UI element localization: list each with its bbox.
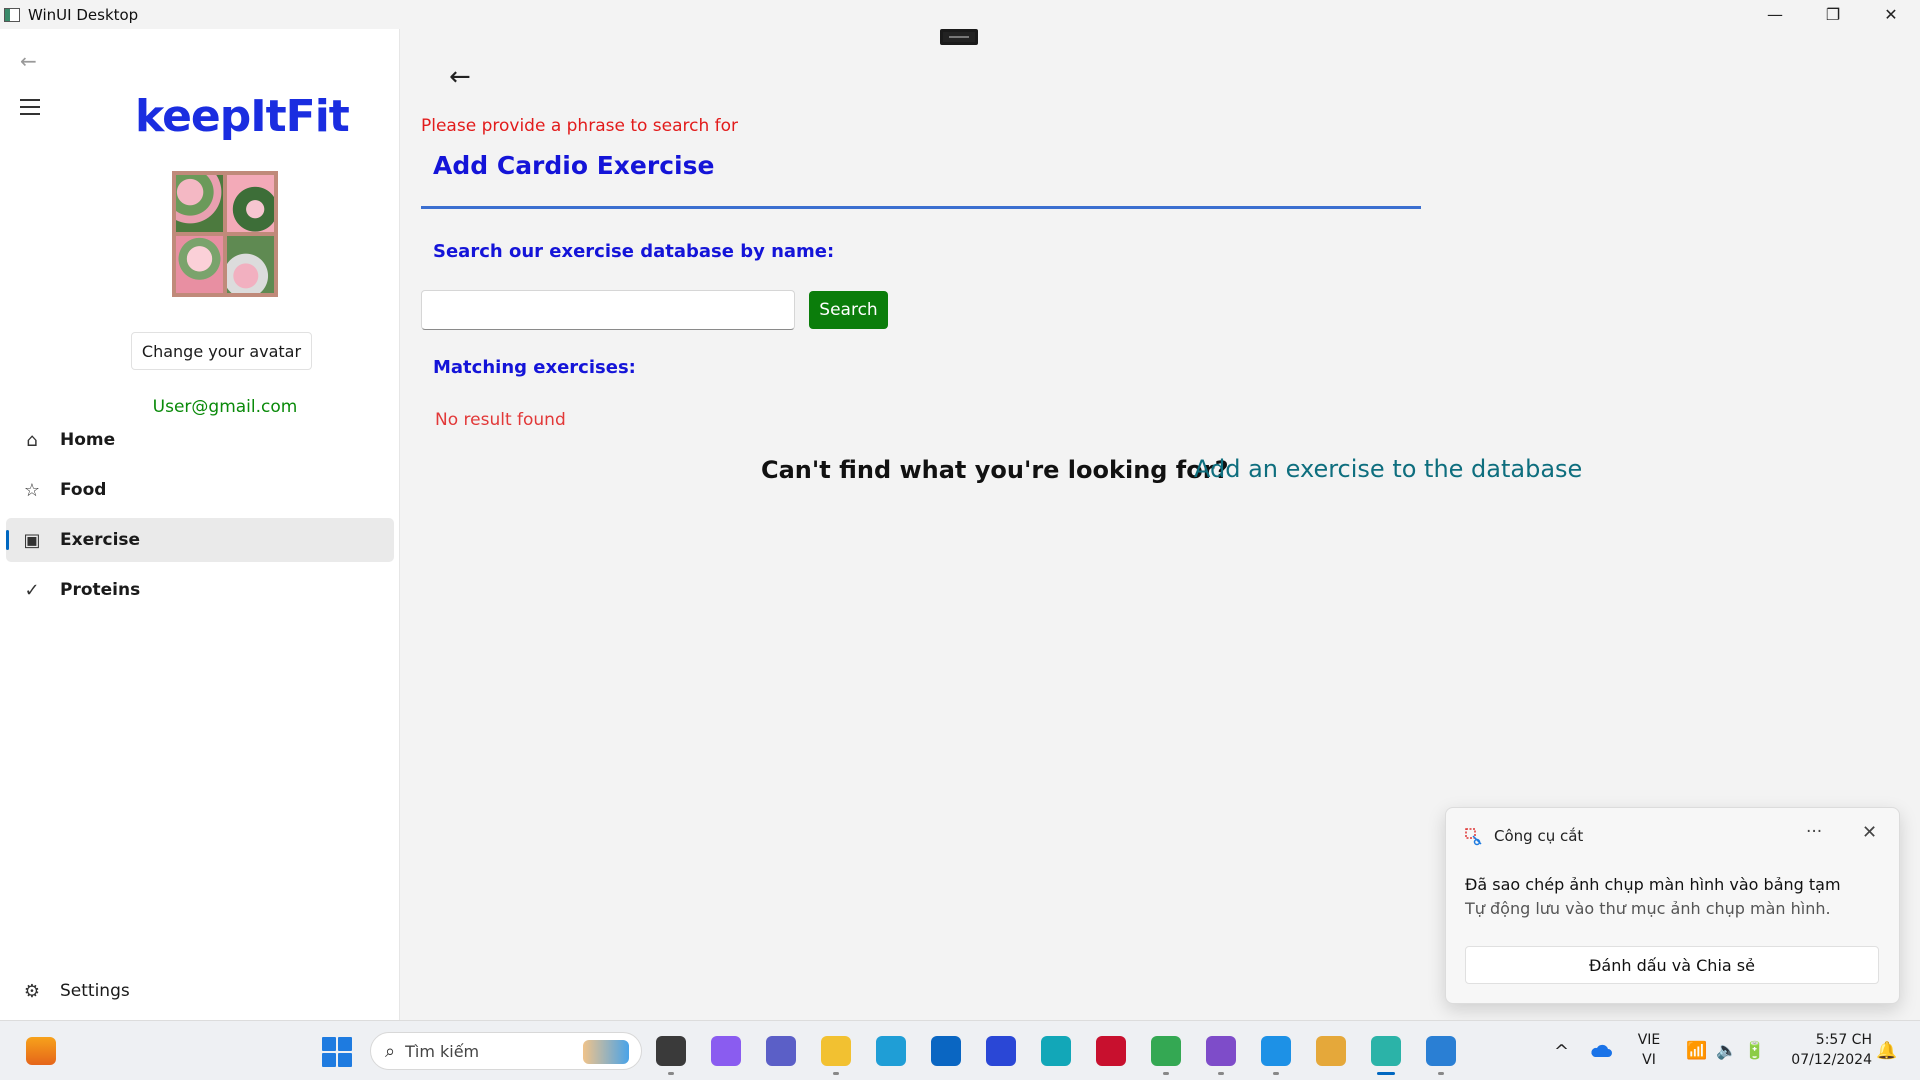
teams-icon[interactable]	[766, 1036, 796, 1066]
back-arrow-icon[interactable]: ←	[449, 62, 471, 92]
search-input[interactable]	[421, 290, 795, 330]
taskbar: ⌕ Tìm kiếm ^ VIE VI 📶 🔈 🔋 5:57 CH 07/12/…	[0, 1020, 1920, 1080]
notification-bell-icon[interactable]: 🔔	[1876, 1021, 1897, 1080]
nav-item-settings[interactable]: ⚙ Settings	[6, 969, 394, 1013]
nav-item-label: Food	[60, 480, 107, 500]
star-icon: ☆	[23, 479, 41, 501]
file-explorer-taskview-icon[interactable]	[656, 1036, 686, 1075]
exercise-icon: ▣	[23, 529, 41, 551]
edge-icon[interactable]	[876, 1036, 906, 1066]
language-code: VIE	[1637, 1032, 1661, 1048]
system-clock[interactable]: 5:57 CH 07/12/2024	[1780, 1030, 1872, 1070]
nav-item-home[interactable]: ⌂ Home	[6, 418, 394, 462]
volume-icon[interactable]: 🔈	[1716, 1021, 1737, 1080]
search-icon: ⌕	[385, 1040, 396, 1062]
folder-icon[interactable]	[821, 1036, 851, 1075]
docker-icon[interactable]	[1261, 1036, 1291, 1075]
title-bar: WinUI Desktop — ❐ ✕	[0, 0, 1920, 29]
nav-item-label: Exercise	[60, 530, 141, 550]
app-icon	[4, 7, 20, 22]
notepad-icon[interactable]	[1426, 1036, 1456, 1075]
onedrive-icon[interactable]	[1590, 1021, 1612, 1080]
snipping-tool-notification: Công cụ cắt ··· ✕ Đã sao chép ảnh chụp m…	[1445, 807, 1900, 1004]
hamburger-menu-icon[interactable]	[20, 99, 40, 120]
visual-studio-icon[interactable]	[1206, 1036, 1236, 1075]
nav-item-proteins[interactable]: ✓ Proteins	[6, 568, 394, 612]
minimize-button[interactable]: —	[1746, 0, 1804, 29]
validation-error: Please provide a phrase to search for	[421, 116, 739, 136]
mcafee-icon[interactable]	[1096, 1036, 1126, 1066]
page-title: Add Cardio Exercise	[433, 151, 715, 180]
vector-app-icon[interactable]	[986, 1036, 1016, 1066]
close-button[interactable]: ✕	[1862, 0, 1920, 29]
cortana-icon[interactable]	[1041, 1036, 1071, 1066]
change-avatar-button[interactable]: Change your avatar	[131, 332, 312, 370]
nav-item-label: Home	[60, 430, 116, 450]
taskbar-search-placeholder: Tìm kiếm	[405, 1041, 480, 1061]
no-result-text: No result found	[435, 410, 566, 430]
search-highlight-icon	[583, 1040, 629, 1064]
nav-item-exercise[interactable]: ▣ Exercise	[6, 518, 394, 562]
copilot-icon[interactable]	[711, 1036, 741, 1066]
battery-icon[interactable]: 🔋	[1744, 1021, 1765, 1080]
store-icon[interactable]	[931, 1036, 961, 1066]
markup-share-button[interactable]: Đánh dấu và Chia sẻ	[1465, 946, 1879, 984]
restore-button[interactable]: ❐	[1804, 0, 1862, 29]
search-label: Search our exercise database by name:	[433, 241, 835, 262]
navigation-pane: ← keepItFit Change your avatar User@gmai…	[0, 29, 400, 1020]
start-button[interactable]	[322, 1037, 352, 1067]
wifi-icon[interactable]: 📶	[1686, 1021, 1707, 1080]
matching-exercises-label: Matching exercises:	[433, 357, 636, 378]
cant-find-text: Can't find what you're looking for?	[761, 456, 1229, 484]
notification-title: Đã sao chép ảnh chụp màn hình vào bảng t…	[1465, 875, 1841, 894]
search-button[interactable]: Search	[809, 291, 888, 329]
keyboard-code: VI	[1642, 1052, 1656, 1068]
window-controls: — ❐ ✕	[1746, 0, 1920, 29]
close-icon[interactable]: ✕	[1862, 822, 1877, 843]
clock-time: 5:57 CH	[1815, 1032, 1872, 1048]
widgets-icon[interactable]	[26, 1037, 56, 1065]
chrome-icon[interactable]	[1151, 1036, 1181, 1075]
nav-item-label: Settings	[60, 981, 130, 1001]
notification-app-name: Công cụ cắt	[1494, 827, 1584, 845]
notification-body: Tự động lưu vào thư mục ảnh chụp màn hìn…	[1465, 899, 1831, 918]
chevron-up-icon[interactable]: ^	[1554, 1021, 1569, 1080]
winui-app-icon[interactable]	[1371, 1036, 1401, 1075]
gear-icon: ⚙	[23, 980, 41, 1002]
home-icon: ⌂	[26, 429, 38, 451]
user-email: User@gmail.com	[152, 397, 298, 417]
brand-logo: keepItFit	[135, 91, 350, 142]
input-language-indicator[interactable]: VIE VI	[1636, 1030, 1662, 1070]
add-exercise-link[interactable]: Add an exercise to the database	[1194, 455, 1582, 483]
paint-icon[interactable]	[1316, 1036, 1346, 1066]
checkmark-icon: ✓	[24, 579, 40, 601]
avatar	[172, 171, 278, 297]
title-divider	[421, 206, 1421, 209]
nav-item-food[interactable]: ☆ Food	[6, 468, 394, 512]
drag-handle[interactable]	[940, 29, 978, 45]
window-title: WinUI Desktop	[28, 5, 139, 24]
more-options-icon[interactable]: ···	[1806, 822, 1822, 842]
clock-date: 07/12/2024	[1791, 1052, 1872, 1068]
nav-back-icon[interactable]: ←	[20, 49, 37, 73]
taskbar-search[interactable]: ⌕ Tìm kiếm	[370, 1032, 642, 1070]
scissors-icon	[1465, 828, 1482, 846]
nav-item-label: Proteins	[60, 580, 141, 600]
